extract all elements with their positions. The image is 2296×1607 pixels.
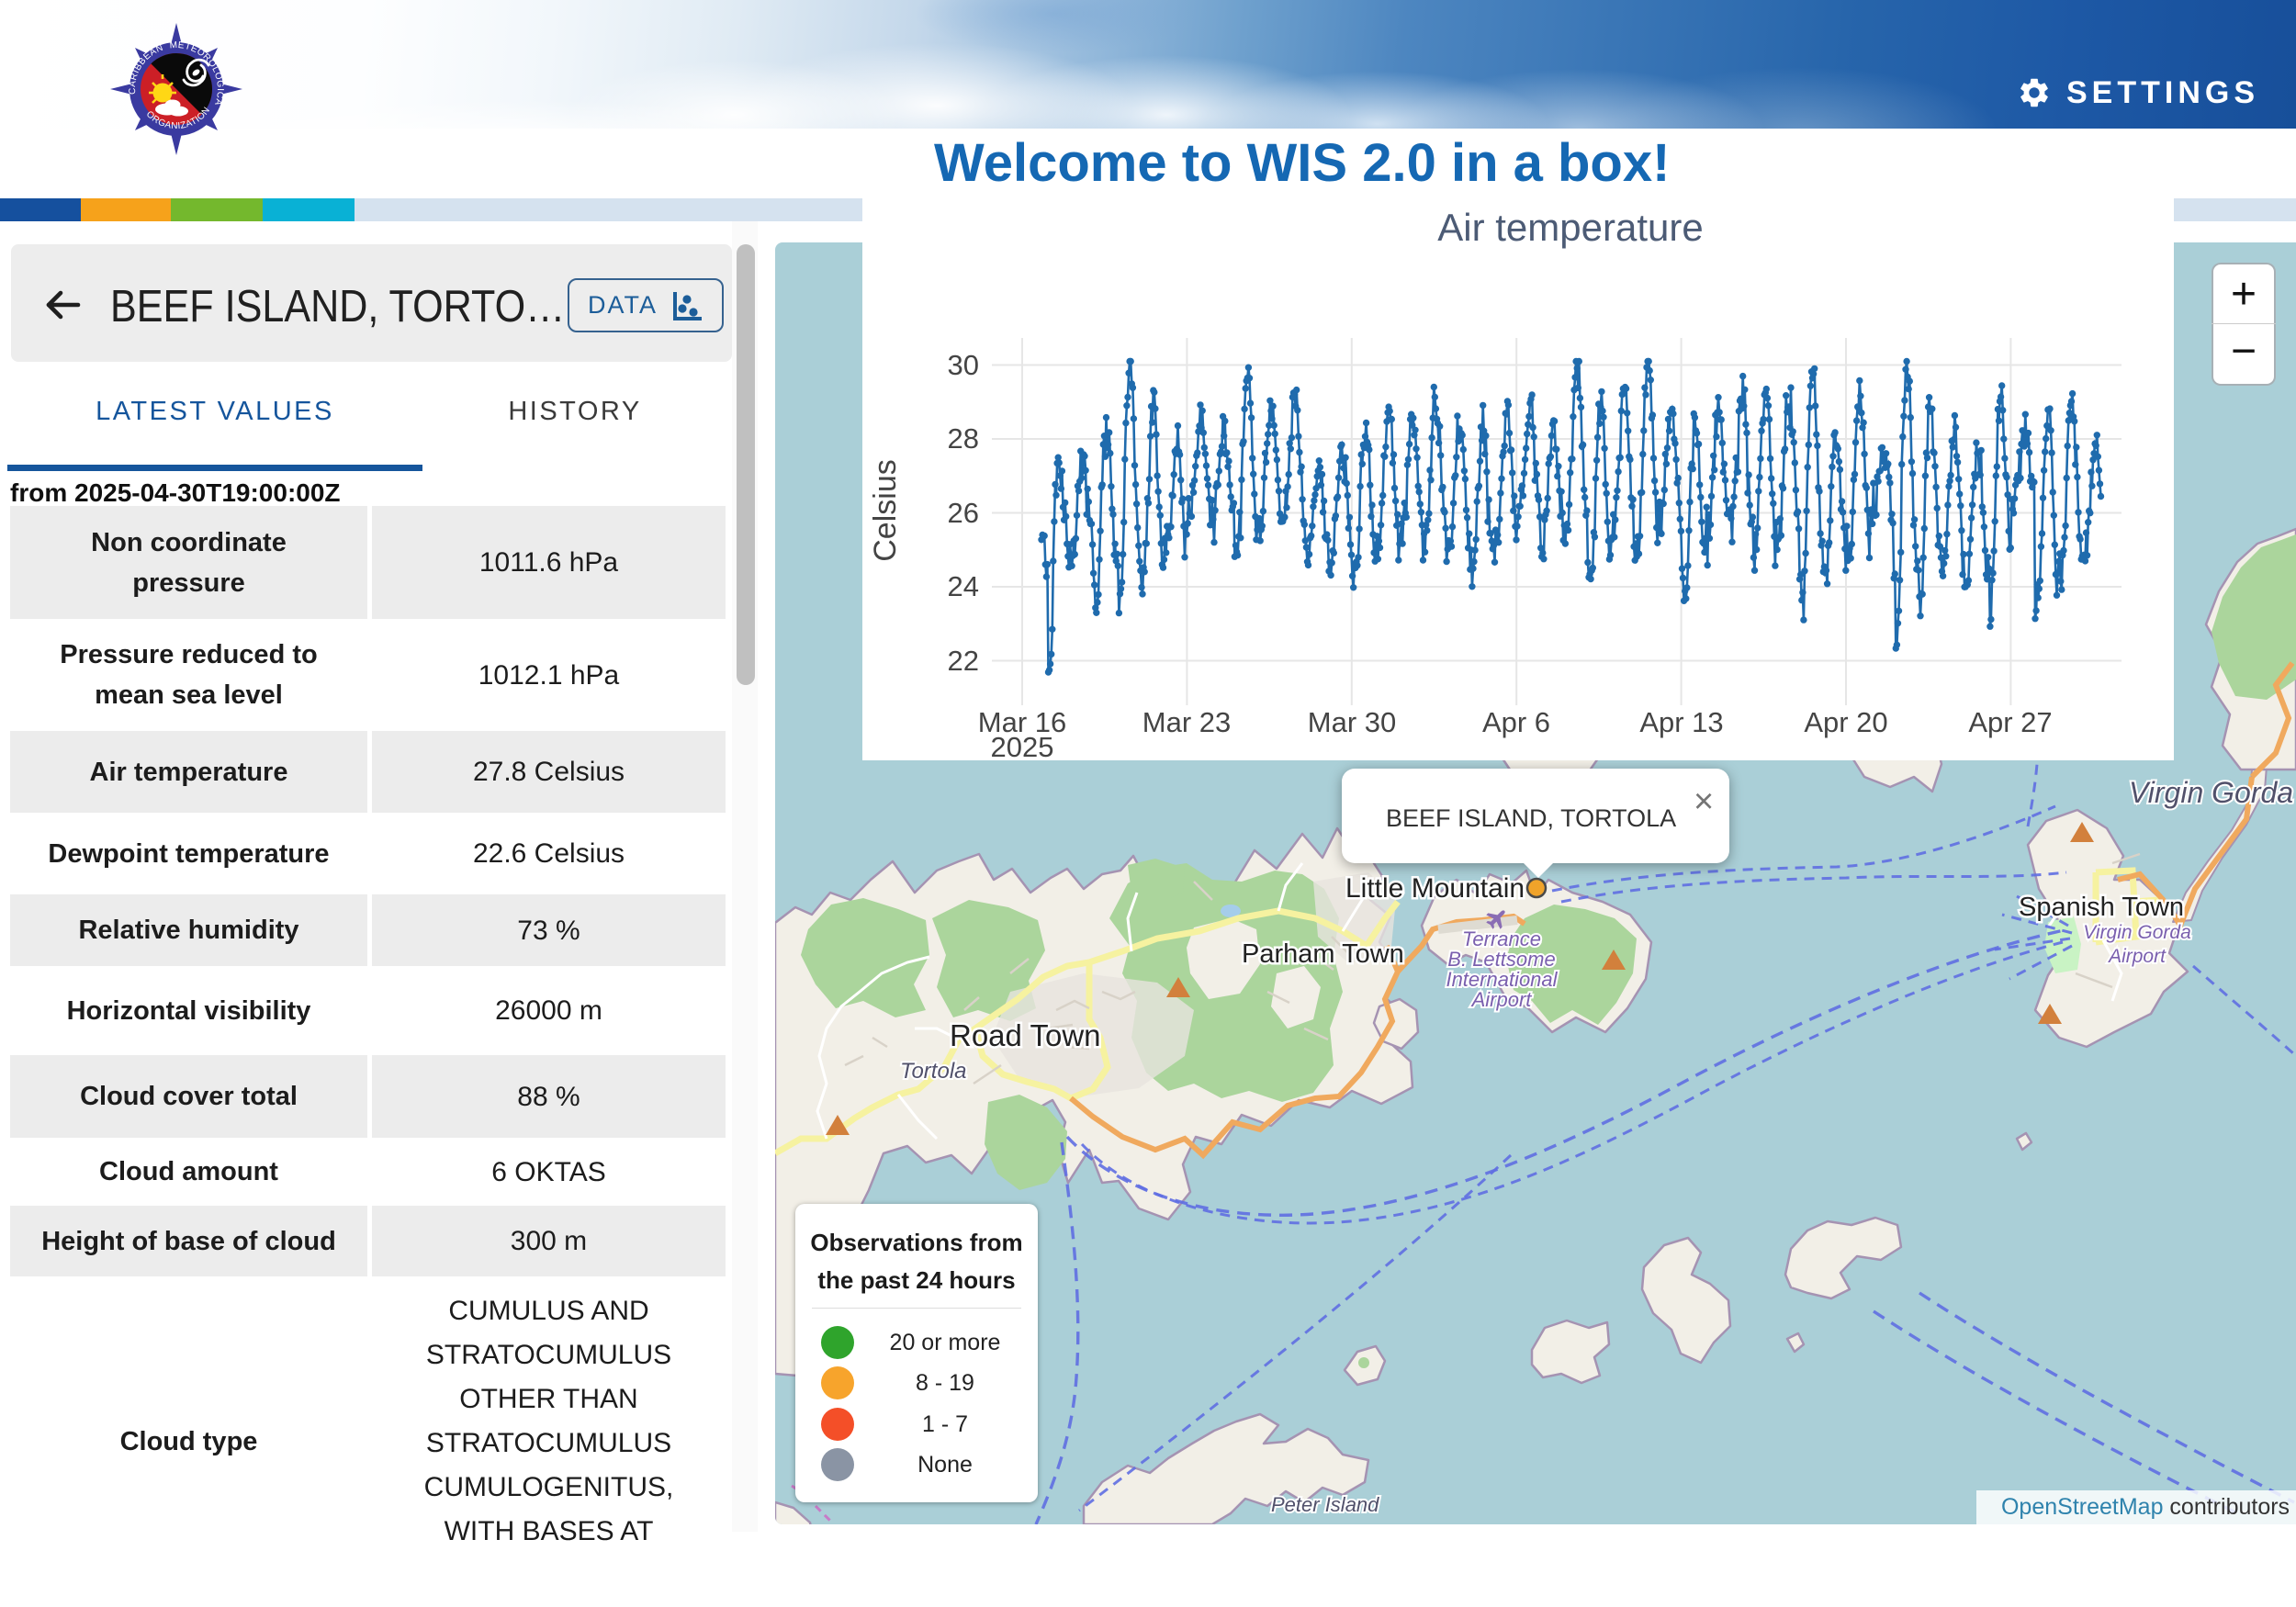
svg-text:Parham Town: Parham Town — [1242, 939, 1404, 969]
svg-text:Spanish Town: Spanish Town — [2019, 893, 2184, 922]
svg-text:Celsius: Celsius — [868, 459, 903, 561]
svg-text:Little Mountain: Little Mountain — [1345, 873, 1525, 904]
svg-text:Air temperature: Air temperature — [1437, 206, 1703, 249]
svg-text:22: 22 — [948, 645, 979, 677]
svg-text:26: 26 — [948, 497, 979, 529]
svg-text:Apr 27: Apr 27 — [1968, 706, 2052, 738]
svg-text:Airport: Airport — [1470, 988, 1533, 1011]
svg-text:24: 24 — [948, 570, 979, 602]
svg-text:Road Town: Road Town — [950, 1018, 1101, 1052]
svg-text:Virgin Gorda: Virgin Gorda — [2129, 776, 2293, 809]
svg-text:Virgin Gorda: Virgin Gorda — [2083, 922, 2191, 943]
svg-text:30: 30 — [948, 349, 979, 381]
svg-text:Apr 20: Apr 20 — [1804, 706, 1887, 738]
svg-text:Airport: Airport — [2107, 946, 2167, 967]
svg-text:Mar 30: Mar 30 — [1308, 706, 1396, 738]
svg-text:Apr 6: Apr 6 — [1482, 706, 1550, 738]
svg-text:2025: 2025 — [991, 731, 1054, 760]
svg-text:Apr 13: Apr 13 — [1639, 706, 1723, 738]
svg-text:Mar 23: Mar 23 — [1142, 706, 1231, 738]
svg-text:28: 28 — [948, 422, 979, 455]
svg-text:Peter Island: Peter Island — [1271, 1493, 1379, 1516]
svg-text:Tortola: Tortola — [900, 1059, 967, 1084]
